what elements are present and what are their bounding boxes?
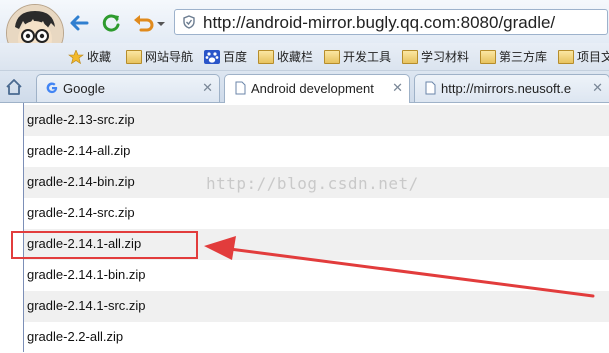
address-bar[interactable]: http://android-mirror.bugly.qq.com:8080/… xyxy=(174,9,608,35)
tab-neusoft-mirror[interactable]: http://mirrors.neusoft.e ✕ xyxy=(414,74,609,102)
google-g-icon xyxy=(46,82,58,94)
baidu-paw-icon xyxy=(204,49,220,64)
list-item[interactable]: gradle-2.14.1-src.zip xyxy=(24,291,609,322)
browser-toolbar: http://android-mirror.bugly.qq.com:8080/… xyxy=(0,0,609,62)
file-link[interactable]: gradle-2.14.1-src.zip xyxy=(27,298,146,313)
bookmark-label: 项目文 xyxy=(577,50,609,64)
back-button[interactable] xyxy=(68,12,90,34)
folder-icon xyxy=(324,49,340,64)
folder-icon xyxy=(126,49,142,64)
list-item[interactable]: gradle-2.14.1-bin.zip xyxy=(24,260,609,291)
bookmark-third-party-libs[interactable]: 第三方库 xyxy=(480,47,547,66)
bookmark-label: 网站导航 xyxy=(145,50,194,64)
security-shield-icon xyxy=(183,15,195,29)
bookmark-learning[interactable]: 学习材料 xyxy=(402,47,469,66)
bookmark-favorites[interactable]: 收藏 xyxy=(68,47,111,66)
bookmark-favorites-bar[interactable]: 收藏栏 xyxy=(258,47,313,66)
tab-android-development[interactable]: Android development ✕ xyxy=(224,74,410,103)
bookmark-label: 收藏栏 xyxy=(277,50,314,64)
home-icon[interactable] xyxy=(4,77,24,97)
back-arrow-icon xyxy=(70,15,89,31)
file-listing: gradle-2.13-src.zip gradle-2.14-all.zip … xyxy=(0,103,609,352)
folder-icon xyxy=(480,49,496,64)
folder-icon xyxy=(558,49,574,64)
list-item[interactable]: gradle-2.2-all.zip xyxy=(24,322,609,353)
bookmark-label: 百度 xyxy=(223,50,248,64)
bookmark-label: 第三方库 xyxy=(499,50,548,64)
folder-icon xyxy=(258,49,274,64)
bookmark-dev-tools[interactable]: 开发工具 xyxy=(324,47,391,66)
list-item[interactable]: gradle-2.14-all.zip xyxy=(24,136,609,167)
close-tab-icon[interactable]: ✕ xyxy=(592,80,603,96)
tab-label: Google xyxy=(63,81,105,96)
folder-icon xyxy=(402,49,418,64)
tab-label: Android development xyxy=(251,81,374,96)
file-link[interactable]: gradle-2.2-all.zip xyxy=(27,329,123,344)
undo-close-button[interactable] xyxy=(132,12,166,34)
file-link[interactable]: gradle-2.14.1-bin.zip xyxy=(27,267,146,282)
file-link[interactable]: gradle-2.13-src.zip xyxy=(27,112,135,127)
tab-bar: Google ✕ Android development ✕ http://mi… xyxy=(0,71,609,103)
list-item[interactable]: gradle-2.14-src.zip xyxy=(24,198,609,229)
undo-icon xyxy=(134,15,165,32)
chevron-down-icon xyxy=(157,22,165,26)
highlight-box xyxy=(11,231,198,259)
url-text: http://android-mirror.bugly.qq.com:8080/… xyxy=(203,13,556,32)
file-link[interactable]: gradle-2.14-bin.zip xyxy=(27,174,135,189)
page-icon xyxy=(235,81,246,95)
list-item[interactable]: gradle-2.13-src.zip xyxy=(24,105,609,136)
bookmark-label: 收藏 xyxy=(87,50,112,64)
page-icon xyxy=(425,81,436,95)
tab-label: http://mirrors.neusoft.e xyxy=(441,81,572,96)
bookmark-site-nav[interactable]: 网站导航 xyxy=(126,47,193,66)
refresh-icon xyxy=(102,14,120,32)
bookmark-label: 学习材料 xyxy=(421,50,470,64)
bookmark-projects[interactable]: 项目文 xyxy=(558,47,609,66)
close-tab-icon[interactable]: ✕ xyxy=(202,80,213,96)
bookmarks-bar: 收藏 网站导航 百度 收藏栏 开发工具 学习材料 第三方库 项目文 xyxy=(0,43,609,71)
file-link[interactable]: gradle-2.14-all.zip xyxy=(27,143,130,158)
star-icon xyxy=(68,49,84,64)
refresh-button[interactable] xyxy=(100,12,122,34)
close-tab-icon[interactable]: ✕ xyxy=(392,80,403,96)
watermark-text: http://blog.csdn.net/ xyxy=(206,174,419,193)
tab-google[interactable]: Google ✕ xyxy=(36,74,220,102)
bookmark-baidu[interactable]: 百度 xyxy=(204,47,247,66)
file-link[interactable]: gradle-2.14-src.zip xyxy=(27,205,135,220)
bookmark-label: 开发工具 xyxy=(343,50,392,64)
